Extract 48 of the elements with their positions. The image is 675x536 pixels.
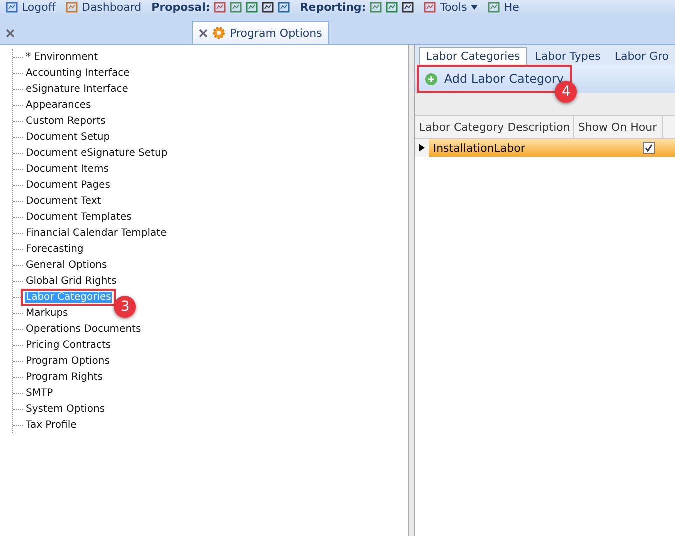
tab[interactable]: Labor Categories — [419, 47, 528, 65]
tree-item[interactable]: Program Rights — [25, 372, 104, 382]
group-label: Reporting: — [300, 0, 366, 14]
tree-item[interactable]: Appearances — [25, 100, 92, 110]
checkbox[interactable] — [643, 142, 656, 154]
tree-item[interactable]: Document eSignature Setup — [25, 148, 169, 158]
tools-menu[interactable]: Tools — [424, 0, 478, 14]
tree-item[interactable]: Pricing Contracts — [25, 340, 112, 350]
group-label: Proposal: — [152, 0, 210, 14]
toolbar-button[interactable]: Dashboard — [66, 0, 142, 14]
tree-item[interactable]: Global Grid Rights — [25, 276, 118, 286]
tree-item[interactable]: Custom Reports — [25, 116, 107, 126]
gear-icon — [212, 26, 226, 40]
close-icon[interactable] — [199, 28, 208, 38]
tree-item[interactable]: Forecasting — [25, 244, 85, 254]
table-cell-text: InstallationLabor — [432, 142, 526, 154]
tree-item[interactable]: Document Items — [25, 164, 110, 174]
tree-item[interactable]: Document Text — [25, 196, 102, 206]
tree-item[interactable]: SMTP — [25, 388, 54, 398]
toolbar-button[interactable]: Logoff — [6, 0, 56, 14]
tab[interactable]: Labor Types — [529, 48, 607, 65]
tree-item[interactable]: General Options — [25, 260, 108, 270]
tab[interactable]: Labor Gro — [608, 48, 675, 65]
document-tab[interactable]: Program Options — [192, 21, 330, 44]
close-icon[interactable] — [6, 28, 15, 38]
tree-item[interactable]: Accounting Interface — [25, 68, 131, 78]
tree-item[interactable]: Document Setup — [25, 132, 112, 142]
tree-item[interactable]: Program Options — [25, 356, 111, 366]
toolbar-icon[interactable] — [402, 2, 414, 12]
column-header[interactable]: Show On Hour — [574, 116, 664, 138]
tree-item[interactable]: Markups — [25, 308, 70, 318]
tree-item[interactable]: Document Pages — [25, 180, 112, 190]
tree-item[interactable]: Operations Documents — [25, 324, 142, 334]
plus-icon — [425, 72, 438, 86]
tree-item[interactable]: eSignature Interface — [25, 84, 130, 94]
tree-item[interactable]: Financial Calendar Template — [25, 228, 168, 238]
tree-item[interactable]: System Options — [25, 404, 106, 414]
row-pointer-icon — [419, 144, 426, 152]
tree-item[interactable]: Tax Profile — [25, 420, 78, 430]
toolbar-icon[interactable] — [278, 2, 290, 12]
toolbar-button[interactable]: He — [488, 0, 520, 14]
tree-item[interactable]: Document Templates — [25, 212, 133, 222]
toolbar-icon[interactable] — [262, 2, 274, 12]
tree-item[interactable]: * Environment — [25, 52, 100, 62]
table-row[interactable]: InstallationLabor — [415, 139, 675, 157]
step-badge: 3 — [114, 296, 136, 318]
caret-icon[interactable] — [471, 4, 478, 10]
column-header[interactable]: Labor Category Description — [415, 116, 574, 138]
